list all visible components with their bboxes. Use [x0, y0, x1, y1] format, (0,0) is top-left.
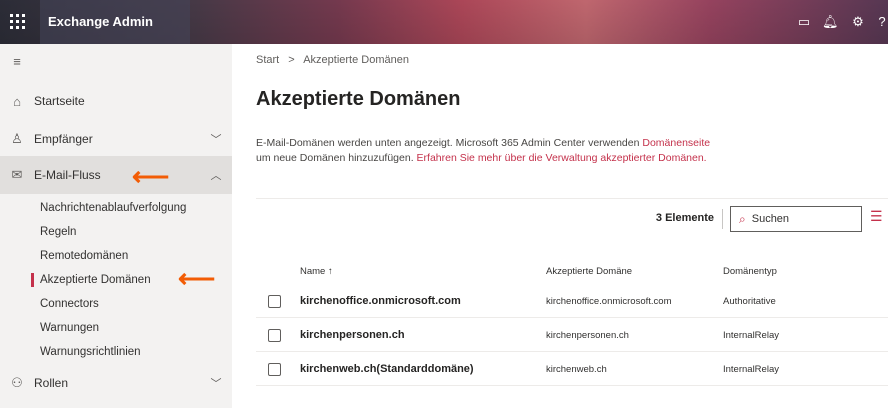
sidebar-subitem-nachrichtenablaufverfolgung[interactable]: Nachrichtenablaufverfolgung: [0, 196, 232, 220]
cell-domain-type: InternalRelay: [723, 364, 779, 375]
row-checkbox[interactable]: [268, 329, 281, 342]
row-checkbox[interactable]: [268, 295, 281, 308]
table-row[interactable]: kirchenpersonen.ch kirchenpersonen.ch In…: [256, 320, 888, 352]
home-icon: ⌂: [13, 93, 21, 109]
breadcrumb-current: Akzeptierte Domänen: [303, 54, 409, 66]
sidebar-item-label: E-Mail-Fluss: [34, 168, 101, 182]
search-input[interactable]: ⌕ Suchen: [730, 206, 862, 232]
column-header-domain-type[interactable]: Domänentyp: [723, 266, 777, 277]
screen-icon[interactable]: ▭: [796, 14, 812, 30]
sidebar-subitem-regeln[interactable]: Regeln: [0, 220, 232, 244]
cell-accepted-domain: kirchenpersonen.ch: [546, 330, 629, 341]
cell-domain-type: Authoritative: [723, 296, 776, 307]
chevron-down-icon[interactable]: ﹀: [200, 375, 232, 391]
description-text: um neue Domänen hinzuzufügen.: [256, 152, 417, 164]
table-row[interactable]: kirchenweb.ch(Standarddomäne) kirchenweb…: [256, 354, 888, 386]
item-count: 3 Elemente: [655, 212, 714, 224]
row-checkbox[interactable]: [268, 363, 281, 376]
sidebar-item-label: Rollen: [34, 376, 69, 390]
main-content: Start > Akzeptierte Domänen Akzeptierte …: [232, 44, 888, 408]
waffle-icon[interactable]: [8, 12, 28, 32]
cell-name[interactable]: kirchenoffice.onmicrosoft.com: [300, 295, 461, 307]
toolbar-separator: [722, 209, 723, 229]
cell-name[interactable]: kirchenweb.ch(Standarddomäne): [300, 363, 474, 375]
cell-accepted-domain: kirchenweb.ch: [546, 364, 607, 375]
cell-name[interactable]: kirchenpersonen.ch: [300, 329, 405, 341]
top-bar: Exchange Admin Center ▭ 🔔︎ ⚙ ?: [0, 0, 888, 73]
page-title: Akzeptierte Domänen: [256, 88, 461, 110]
sidebar-item-email-fluss[interactable]: ✉ E-Mail-Fluss ︿: [0, 156, 232, 194]
search-icon: ⌕: [739, 211, 746, 226]
annotation-arrow-icon: ⟵: [178, 263, 216, 293]
search-placeholder: Suchen: [751, 213, 790, 225]
person-icon: ♙: [11, 131, 23, 146]
column-header-name[interactable]: Name ↑: [300, 266, 333, 277]
table-row[interactable]: kirchenoffice.onmicrosoft.com kirchenoff…: [256, 286, 888, 318]
bell-icon[interactable]: 🔔︎: [822, 14, 839, 30]
hamburger-icon[interactable]: ≡: [0, 54, 34, 69]
sidebar-item-label: Empfänger: [34, 132, 93, 146]
sidebar: ≡ ⌂ Startseite ♙ Empfänger ﹀ ✉ E-Mail-Fl…: [0, 44, 232, 408]
gear-icon[interactable]: ⚙: [850, 14, 866, 30]
column-header-accepted-domain[interactable]: Akzeptierte Domäne: [546, 266, 632, 277]
mail-icon: ✉: [11, 167, 23, 182]
collapse-nav-button[interactable]: ≡: [0, 44, 232, 78]
sidebar-subitem-warnungen[interactable]: Warnungen: [0, 316, 232, 340]
sidebar-item-rollen[interactable]: ⚇ Rollen ﹀: [0, 364, 232, 402]
sidebar-subitem-connectors[interactable]: Connectors: [0, 292, 232, 316]
sidebar-subitem-warnungsrichtlinien[interactable]: Warnungsrichtlinien: [0, 340, 232, 364]
breadcrumb: Start > Akzeptierte Domänen: [256, 54, 409, 66]
chevron-down-icon[interactable]: ﹀: [200, 131, 232, 147]
cell-accepted-domain: kirchenoffice.onmicrosoft.com: [546, 296, 672, 307]
domain-page-link[interactable]: Domänenseite: [642, 137, 710, 149]
annotation-arrow-icon: ⟵: [132, 161, 170, 191]
roles-icon: ⚇: [11, 375, 23, 390]
breadcrumb-start[interactable]: Start: [256, 54, 279, 66]
sidebar-item-startseite[interactable]: ⌂ Startseite: [0, 82, 232, 120]
description-text: E-Mail-Domänen werden unten angezeigt. M…: [256, 137, 643, 149]
cell-domain-type: InternalRelay: [723, 330, 779, 341]
divider: [256, 198, 888, 199]
sidebar-item-label: Startseite: [34, 94, 85, 108]
page-description: E-Mail-Domänen werden unten angezeigt. M…: [256, 136, 776, 166]
chevron-up-icon[interactable]: ︿: [200, 167, 232, 183]
app-name[interactable]: Exchange Admin Center: [40, 0, 190, 73]
filter-icon[interactable]: ☰: [870, 208, 883, 225]
breadcrumb-separator: >: [288, 54, 295, 66]
sidebar-item-empfaenger[interactable]: ♙ Empfänger ﹀: [0, 120, 232, 158]
learn-more-link[interactable]: Erfahren Sie mehr über die Verwaltung ak…: [417, 152, 707, 164]
help-icon[interactable]: ?: [874, 14, 888, 30]
